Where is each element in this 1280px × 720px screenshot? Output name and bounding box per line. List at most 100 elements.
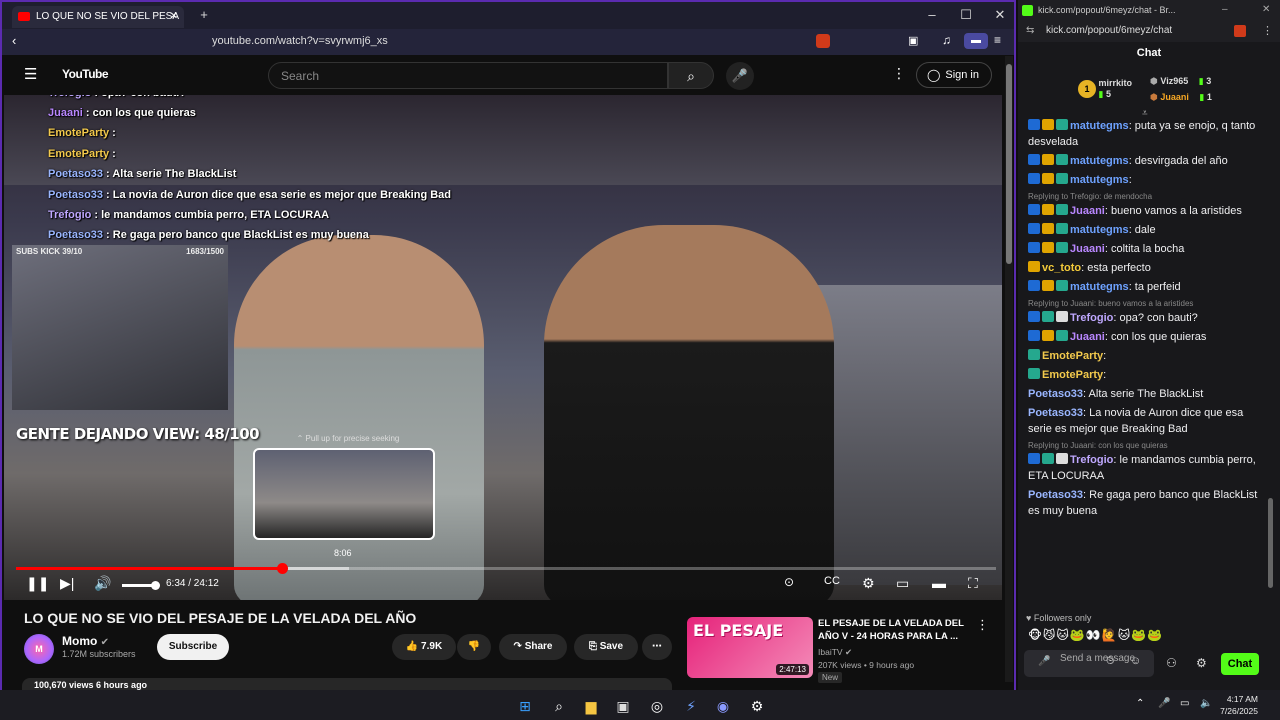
next-icon[interactable]: ▶| (60, 575, 74, 592)
chat-username[interactable]: matutegms (1070, 120, 1129, 132)
chat-username[interactable]: Poetaso33 (1028, 388, 1083, 400)
recommended-thumbnail[interactable]: EL PESAJE 2:47:13 (687, 617, 813, 678)
more-options-icon[interactable]: ⋮ (892, 65, 906, 82)
chat-username[interactable]: Poetaso33 (1028, 489, 1083, 501)
timer-icon[interactable]: ⏲ (1106, 656, 1115, 667)
browser-app-icon[interactable]: ⚡ (680, 695, 702, 717)
emote-icon[interactable]: 👀 (1086, 628, 1102, 642)
emote-icon[interactable]: 🐵 (1028, 628, 1043, 642)
chat-username[interactable]: matutegms (1070, 224, 1129, 236)
close-window-icon[interactable]: ✕ (1262, 4, 1270, 15)
emote-icon[interactable]: 🐸 (1070, 628, 1086, 642)
search-input[interactable]: Search (268, 62, 668, 89)
sign-in-button[interactable]: ◯ Sign in (916, 62, 992, 88)
brave-shield-icon[interactable] (1234, 25, 1246, 37)
tray-chevron-icon[interactable]: ⌃ (1136, 698, 1144, 709)
site-settings-icon[interactable]: ⇆ (1026, 25, 1034, 36)
kick-url[interactable]: kick.com/popout/6meyz/chat (1046, 25, 1172, 36)
chat-username[interactable]: EmoteParty (1042, 350, 1103, 362)
search-icon[interactable]: ⌕ (548, 695, 570, 717)
music-icon[interactable]: ♫ (942, 33, 951, 47)
video-player[interactable]: 1683/1500 SUBS KICK 39/10 GENTE DEJANDO V… (4, 95, 1002, 600)
scrollbar-thumb[interactable] (1006, 64, 1012, 264)
emote-icon[interactable]: 🐸 (1147, 628, 1163, 642)
chat-username[interactable]: Juaani (1070, 205, 1105, 217)
chat-username[interactable]: matutegms (1070, 281, 1129, 293)
chat-username[interactable]: Trefogio (1070, 312, 1113, 324)
subscribe-button[interactable]: Subscribe (157, 634, 229, 660)
system-clock[interactable]: 4:17 AM 7/26/2025 (1220, 693, 1258, 717)
captions-icon[interactable]: CC (824, 575, 840, 587)
new-tab-icon[interactable]: + (194, 7, 214, 22)
chat-username[interactable]: vc_toto (1042, 262, 1081, 274)
chat-scrollbar[interactable] (1268, 118, 1274, 598)
chat-send-button[interactable]: Chat (1221, 653, 1259, 675)
pause-icon[interactable]: ❚❚ (26, 575, 49, 592)
dislike-button[interactable]: 👎 (457, 634, 491, 660)
more-actions-button[interactable]: ⋯ (642, 634, 672, 660)
emote-icon[interactable]: 🐱 (1056, 628, 1070, 642)
start-icon[interactable]: ⊞ (514, 695, 536, 717)
points-icon[interactable]: ⚇ (1166, 656, 1177, 670)
mic-tray-icon[interactable]: 🎤 (1158, 698, 1170, 709)
save-button[interactable]: ⎘ Save (574, 634, 638, 660)
obs-icon[interactable]: ◎ (646, 695, 668, 717)
speaker-icon[interactable]: 🔈 (1200, 698, 1212, 709)
reply-context[interactable]: Replying to Trefogio: de mendocha (1028, 191, 1264, 202)
search-icon[interactable]: ⌕ (668, 62, 714, 89)
close-tab-icon[interactable]: ✕ (170, 6, 178, 28)
progress-scrubber[interactable] (276, 563, 288, 574)
fullscreen-icon[interactable]: ⛶ (968, 575, 978, 592)
like-button[interactable]: 👍 7.9K (392, 634, 456, 660)
settings-gear-icon[interactable]: ⚙ (862, 575, 875, 592)
progress-bar[interactable] (16, 563, 996, 574)
chat-username[interactable]: matutegms (1070, 155, 1129, 167)
recommended-more-icon[interactable]: ⋮ (976, 617, 989, 633)
share-button[interactable]: ↷ Share (499, 634, 567, 660)
brave-shield-icon[interactable] (816, 34, 830, 48)
miniplayer-icon[interactable]: ▭ (896, 575, 909, 592)
minimize-icon[interactable]: – (1222, 4, 1228, 15)
sidebar-icon[interactable]: ▣ (908, 34, 918, 47)
emote-icon[interactable]: 😼 (1043, 628, 1057, 642)
channel-avatar[interactable]: M (24, 634, 54, 664)
youtube-logo[interactable]: YouTube (62, 67, 109, 81)
url-field[interactable]: youtube.com/watch?v=svyrwmj6_xs (212, 35, 388, 47)
recommended-channel[interactable]: IbaiTV (818, 647, 843, 657)
chat-username[interactable]: matutegms (1070, 174, 1129, 186)
volume-icon[interactable]: 🔊 (94, 575, 111, 592)
browser-tab[interactable]: LO QUE NO SE VIO DEL PESA ✕ (12, 6, 184, 28)
reply-context[interactable]: Replying to Juaani: bueno vamos a la ari… (1028, 298, 1264, 309)
emote-icon[interactable]: 🐱 (1118, 628, 1132, 642)
extension-icon[interactable]: ▬ (964, 33, 988, 49)
channel-name[interactable]: Momo ✔ (62, 634, 109, 648)
chat-username[interactable]: EmoteParty (1042, 369, 1103, 381)
reply-context[interactable]: Replying to Juaani: con los que quieras (1028, 440, 1264, 451)
chat-username[interactable]: Juaani (1070, 243, 1105, 255)
store-icon[interactable]: ▣ (612, 695, 634, 717)
send-message-input[interactable]: 🎤 Send a message ⏲ ☺ (1024, 650, 1154, 677)
discord-icon[interactable]: ◉ (712, 695, 734, 717)
file-explorer-icon[interactable]: ▆ (580, 695, 602, 717)
microphone-icon[interactable]: 🎤 (1038, 656, 1050, 667)
back-icon[interactable]: ‹ (12, 33, 16, 48)
hamburger-menu-icon[interactable]: ☰ (24, 65, 37, 83)
settings-app-icon[interactable]: ⚙ (746, 695, 768, 717)
chat-username[interactable]: Poetaso33 (1028, 407, 1083, 419)
maximize-icon[interactable]: ☐ (956, 7, 976, 23)
page-scrollbar[interactable] (1005, 56, 1013, 682)
minimize-icon[interactable]: – (922, 7, 942, 22)
menu-icon[interactable]: ≡ (994, 33, 1001, 47)
theater-mode-icon[interactable]: ▬ (932, 575, 946, 591)
chat-scrollbar-thumb[interactable] (1268, 498, 1273, 588)
menu-icon[interactable]: ⋮ (1262, 24, 1273, 37)
recommended-title[interactable]: EL PESAJE DE LA VELADA DEL AÑO V - 24 HO… (818, 617, 968, 643)
close-window-icon[interactable]: ✕ (990, 7, 1010, 23)
emote-icon[interactable]: 🙋 (1102, 628, 1118, 642)
microphone-icon[interactable]: 🎤 (726, 62, 754, 90)
emoji-picker-icon[interactable]: ☺ (1130, 656, 1141, 667)
emote-icon[interactable]: 🐸 (1131, 628, 1147, 642)
volume-slider[interactable] (122, 581, 160, 590)
chat-settings-gear-icon[interactable]: ⚙ (1196, 656, 1207, 670)
autoplay-toggle-icon[interactable]: ⊙ (784, 575, 794, 589)
